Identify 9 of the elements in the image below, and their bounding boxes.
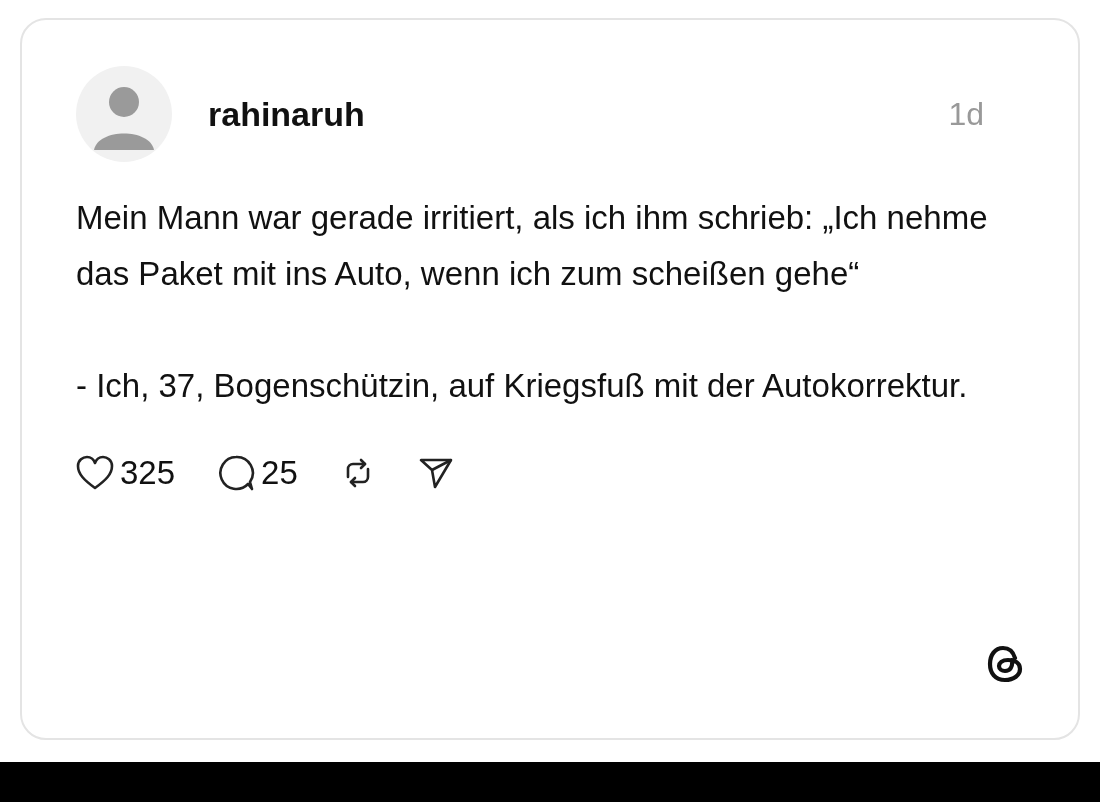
- comment-count: 25: [261, 454, 298, 492]
- post-time: 1d: [948, 95, 984, 133]
- like-count: 325: [120, 454, 176, 492]
- comment-icon[interactable]: [217, 454, 256, 492]
- like-heart-icon[interactable]: [76, 455, 114, 491]
- username[interactable]: rahinaruh: [208, 94, 913, 134]
- post-text: - Ich, 37, Bogenschützin, auf Kriegsfuß mit der Autokorrektur.: [76, 366, 969, 406]
- post-text: Mein Mann war gerade irritiert, als ich ihm schrieb: „Ich nehme das Paket mit ins Auto, wenn ich zum scheißen gehe“: [76, 198, 989, 294]
- avatar-icon[interactable]: [76, 66, 172, 162]
